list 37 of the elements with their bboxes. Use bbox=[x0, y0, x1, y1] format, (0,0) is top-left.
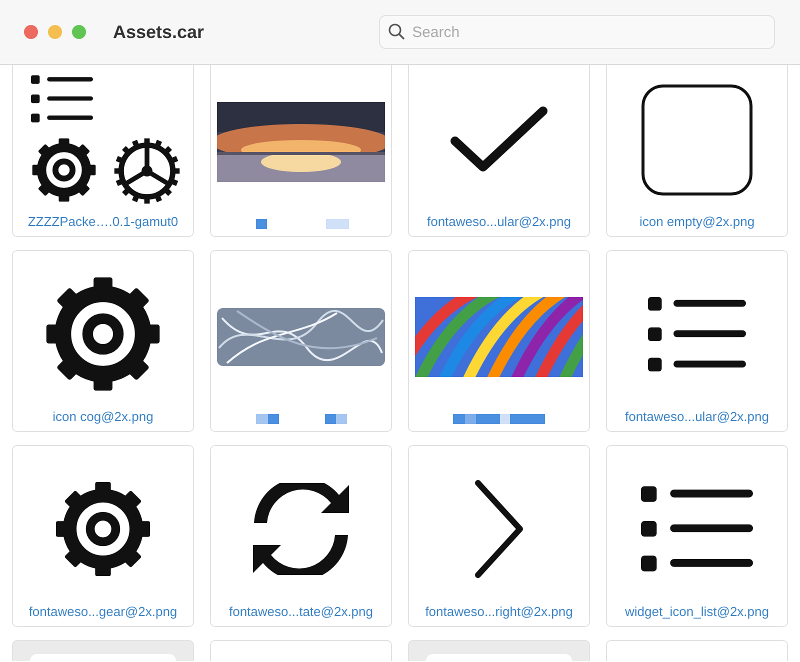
refresh-icon bbox=[251, 483, 351, 575]
asset-card[interactable] bbox=[210, 65, 392, 237]
asset-card[interactable] bbox=[408, 250, 590, 432]
asset-card[interactable]: fontaweso...right@2x.png bbox=[408, 445, 590, 627]
asset-card[interactable]: fontaweso...ular@2x.png bbox=[408, 65, 590, 237]
chevron-right-icon bbox=[472, 479, 526, 579]
search-field[interactable]: Search bbox=[379, 15, 776, 49]
rounded-square-icon bbox=[641, 84, 753, 196]
asset-name: ZZZZPacke….0.1-gamut0 bbox=[28, 214, 178, 229]
asset-card[interactable]: fontaweso...tate@2x.png bbox=[210, 445, 392, 627]
settings-icon bbox=[54, 480, 152, 578]
asset-card[interactable]: icon cog@2x.png bbox=[12, 250, 194, 432]
asset-name: fontaweso...ular@2x.png bbox=[624, 409, 769, 424]
list-icon bbox=[648, 294, 746, 374]
asset-card[interactable]: widget_icon_list@2x.png bbox=[606, 445, 788, 627]
close-button[interactable] bbox=[24, 25, 38, 39]
gear-wheel-icon bbox=[113, 137, 181, 206]
asset-name: fontaweso...ular@2x.png bbox=[426, 214, 571, 229]
minimize-button[interactable] bbox=[48, 25, 62, 39]
asset-card[interactable]: icon empty@2x.png bbox=[606, 65, 788, 237]
asset-name: icon cog@2x.png bbox=[52, 409, 154, 424]
asset-name: icon empty@2x.png bbox=[639, 214, 755, 229]
search-icon bbox=[388, 23, 406, 40]
window-title: Assets.car bbox=[113, 22, 204, 42]
asset-card[interactable]: fontaweso...gear@2x.png bbox=[12, 445, 194, 627]
asset-name: widget_icon_list@2x.png bbox=[624, 604, 769, 619]
asset-card[interactable]: fontaweso...ular@2x.png bbox=[606, 250, 788, 432]
gear-icon bbox=[31, 137, 97, 204]
asset-card[interactable]: ZZZZPacke….0.1-gamut0 bbox=[12, 65, 194, 237]
asset-name: fontaweso...gear@2x.png bbox=[28, 604, 178, 619]
settings-icon bbox=[44, 275, 162, 393]
zoom-button[interactable] bbox=[72, 25, 86, 39]
list-icon bbox=[31, 74, 93, 124]
checkmark-icon bbox=[449, 104, 549, 174]
asset-name: fontaweso...right@2x.png bbox=[425, 604, 573, 619]
asset-name: fontaweso...tate@2x.png bbox=[228, 604, 373, 619]
list-icon bbox=[641, 484, 753, 574]
